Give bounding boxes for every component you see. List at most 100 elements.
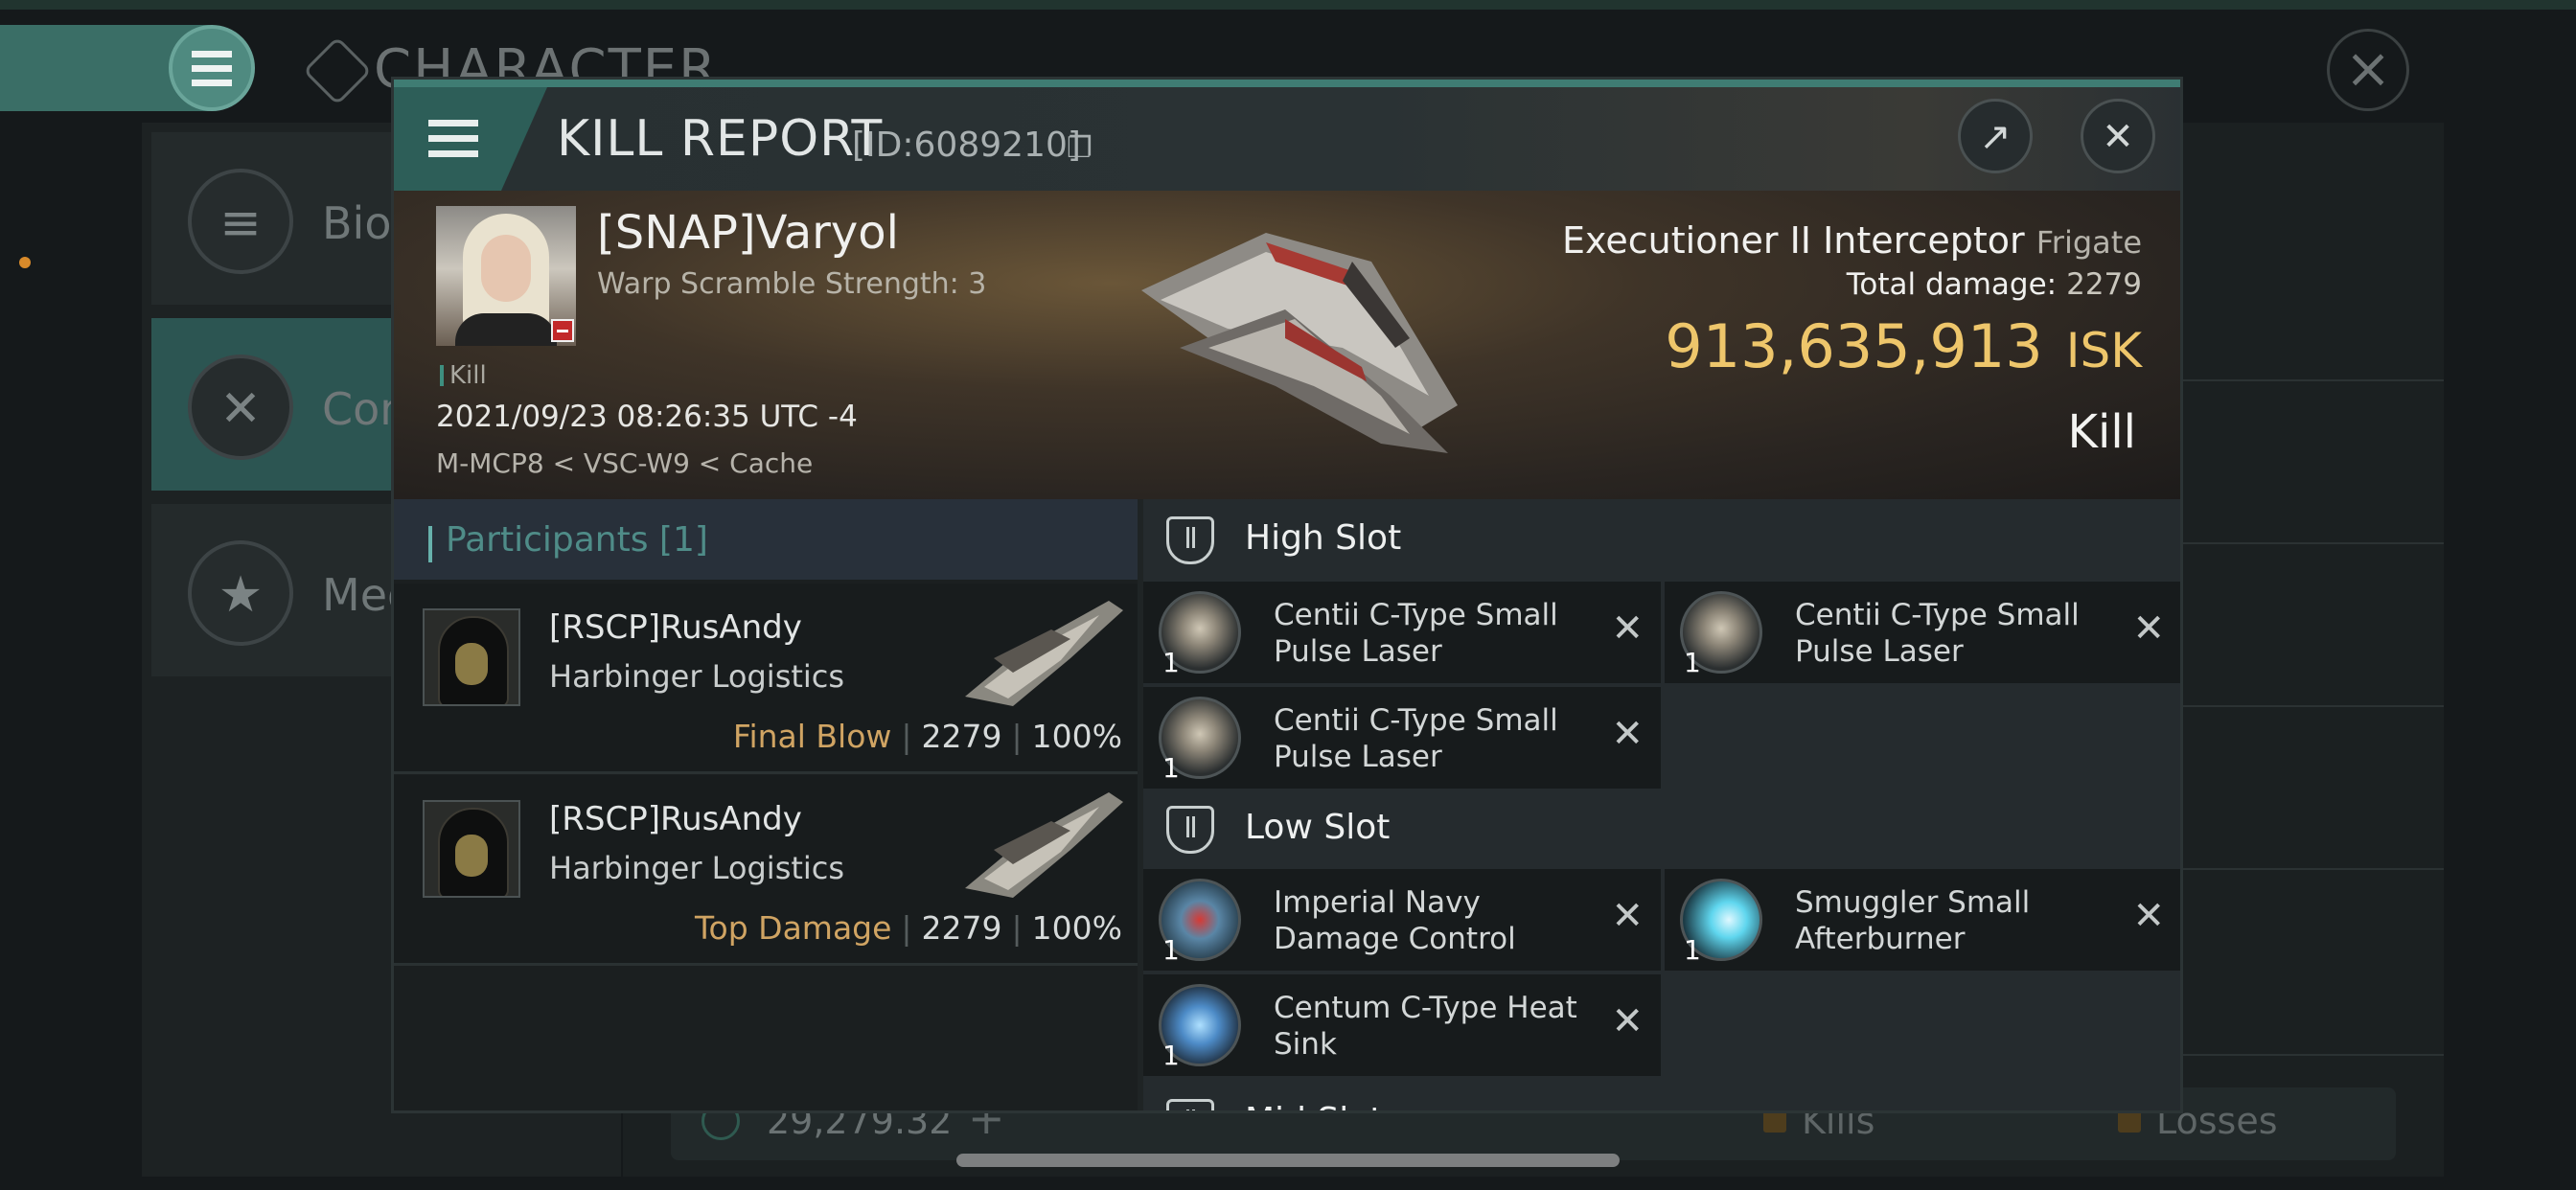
- ship-class: Frigate: [2036, 224, 2142, 261]
- total-damage-line: Total damage: 2279: [1847, 267, 2142, 302]
- module-item[interactable]: 1 Centii C-Type Small Pulse Laser ✕: [1143, 687, 1661, 789]
- module-destroyed-icon: ✕: [1611, 999, 1644, 1043]
- victim-name[interactable]: [SNAP]Varyol: [597, 206, 899, 260]
- divider: [2156, 868, 2444, 870]
- victim-subtitle: Warp Scramble Strength: 3: [597, 267, 987, 301]
- participant-role: Top Damage: [694, 909, 892, 947]
- participant-stats: Final Blow | 2279 | 100%: [732, 718, 1122, 755]
- modal-accent-bar: [394, 80, 2180, 87]
- victim-ship-name: Executioner II Interceptor Frigate: [1562, 219, 2142, 262]
- participant-ship: Harbinger Logistics: [549, 850, 845, 886]
- mid-slot-title: Mid Slot: [1245, 1101, 1383, 1110]
- module-item[interactable]: 1 Centii C-Type Small Pulse Laser ✕: [1143, 582, 1661, 683]
- kill-result-label: Kill: [2067, 405, 2136, 459]
- notification-dot: [19, 257, 31, 268]
- kill-location[interactable]: M-MCP8 < VSC-W9 < Cache: [436, 447, 813, 479]
- participant-avatar[interactable]: [423, 608, 520, 706]
- participants-header[interactable]: Participants [1]: [394, 499, 1138, 580]
- participant-ship: Harbinger Logistics: [549, 658, 845, 695]
- participant-row[interactable]: [RSCP]RusAndy Harbinger Logistics Top Da…: [394, 775, 1138, 966]
- close-icon: ✕: [2102, 115, 2134, 159]
- divider: [2156, 542, 2444, 544]
- module-quantity: 1: [1162, 647, 1180, 678]
- share-button[interactable]: ↗: [1958, 99, 2033, 173]
- victim-ship-image[interactable]: [1122, 204, 1467, 492]
- module-destroyed-icon: ✕: [1611, 606, 1644, 651]
- high-slot-header: High Slot: [1143, 499, 2180, 582]
- module-quantity: 1: [1162, 1040, 1180, 1071]
- module-item[interactable]: 1 Imperial Navy Damage Control ✕: [1143, 869, 1661, 971]
- module-name: Imperial Navy Damage Control: [1274, 885, 1516, 956]
- modal-menu-button[interactable]: [394, 87, 547, 191]
- report-id: [ID:6089210]: [852, 126, 1081, 165]
- participant-row[interactable]: [RSCP]RusAndy Harbinger Logistics Final …: [394, 584, 1138, 774]
- isk-value-line: 913,635,913 ISK: [1665, 311, 2142, 381]
- mid-slot-icon: [1166, 1099, 1214, 1110]
- modal-header: KILL REPORT [ID:6089210] ❐ ↗ ✕: [394, 87, 2180, 191]
- character-icon: [302, 35, 373, 106]
- participant-percent: 100%: [1031, 718, 1122, 755]
- menu-icon: [428, 120, 478, 157]
- module-destroyed-icon: ✕: [2132, 606, 2165, 651]
- mid-slot-header: Mid Slot: [1143, 1082, 2180, 1110]
- isk-unit: ISK: [2065, 323, 2142, 378]
- participants-title: Participants [1]: [446, 520, 708, 560]
- home-indicator[interactable]: [956, 1154, 1620, 1167]
- kill-datetime: 2021/09/23 08:26:35 UTC -4: [436, 400, 858, 434]
- high-slot-icon: [1166, 516, 1214, 564]
- copy-icon[interactable]: ❐: [1067, 131, 1092, 165]
- module-item[interactable]: 1 Centii C-Type Small Pulse Laser ✕: [1665, 582, 2180, 683]
- module-quantity: 1: [1162, 934, 1180, 966]
- total-damage-label: Total damage:: [1846, 267, 2058, 302]
- total-damage-value: 2279: [2066, 267, 2142, 302]
- sidebar-label-bio: Bio: [322, 197, 392, 249]
- background-close-icon[interactable]: ×: [2327, 29, 2409, 111]
- divider: [2156, 379, 2444, 381]
- participants-panel: Participants [1] [RSCP]RusAndy Harbinger…: [394, 499, 1138, 1110]
- participant-percent: 100%: [1031, 909, 1122, 947]
- low-slot-icon: [1166, 806, 1214, 854]
- divider: [2156, 1054, 2444, 1056]
- module-destroyed-icon: ✕: [1611, 712, 1644, 756]
- participant-avatar[interactable]: [423, 800, 520, 898]
- module-quantity: 1: [1684, 647, 1701, 678]
- participant-role: Final Blow: [732, 718, 892, 755]
- module-name: Centum C-Type Heat Sink: [1274, 991, 1577, 1062]
- menu-icon: [192, 50, 232, 86]
- participant-name: [RSCP]RusAndy: [549, 608, 802, 647]
- participant-stats: Top Damage | 2279 | 100%: [694, 909, 1122, 947]
- participant-ship-image: [965, 601, 1123, 706]
- participant-name: [RSCP]RusAndy: [549, 800, 802, 838]
- menu-icon: ≡: [188, 169, 293, 274]
- isk-value: 913,635,913: [1665, 311, 2043, 381]
- participant-ship-image: [965, 792, 1123, 898]
- victim-banner: [SNAP]Varyol Warp Scramble Strength: 3 K…: [394, 191, 2180, 499]
- standing-flag-icon: [551, 319, 574, 342]
- participant-damage: 2279: [921, 909, 1002, 947]
- crossed-swords-icon: ✕: [188, 355, 293, 460]
- high-slot-title: High Slot: [1245, 518, 1402, 558]
- fitting-panel: High Slot 1 Centii C-Type Small Pulse La…: [1143, 499, 2180, 1110]
- module-destroyed-icon: ✕: [1611, 894, 1644, 938]
- module-name: Centii C-Type Small Pulse Laser: [1795, 598, 2080, 669]
- low-slot-header: Low Slot: [1143, 789, 2180, 871]
- module-item[interactable]: 1 Centum C-Type Heat Sink ✕: [1143, 974, 1661, 1076]
- module-quantity: 1: [1684, 934, 1701, 966]
- share-icon: ↗: [1979, 115, 2012, 159]
- module-quantity: 1: [1162, 752, 1180, 784]
- module-destroyed-icon: ✕: [2132, 894, 2165, 938]
- star-medal-icon: ★: [188, 540, 293, 646]
- module-name: Smuggler Small Afterburner: [1795, 885, 2031, 956]
- kill-report-modal: KILL REPORT [ID:6089210] ❐ ↗ ✕ [SNAP]Var…: [391, 77, 2183, 1113]
- module-item[interactable]: 1 Smuggler Small Afterburner ✕: [1665, 869, 2180, 971]
- divider: [2156, 705, 2444, 707]
- close-button[interactable]: ✕: [2081, 99, 2155, 173]
- participant-damage: 2279: [921, 718, 1002, 755]
- background-menu-button[interactable]: [169, 25, 255, 111]
- low-slot-title: Low Slot: [1245, 808, 1391, 847]
- modal-title: KILL REPORT: [557, 110, 884, 168]
- ship-name-text[interactable]: Executioner II Interceptor: [1562, 219, 2025, 262]
- top-status-line: [0, 0, 2576, 10]
- kill-tag: Kill: [440, 361, 487, 390]
- header-accent: [428, 526, 432, 562]
